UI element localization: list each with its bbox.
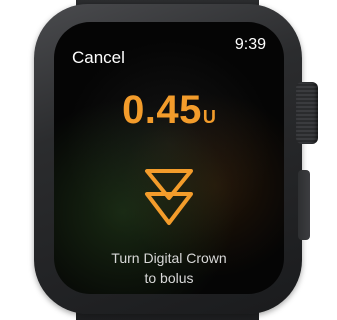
clock-time: 9:39 — [234, 36, 266, 53]
cancel-button[interactable]: Cancel — [72, 48, 125, 68]
watch-screen: Cancel 9:39 0.45U Turn Digital Crown to … — [54, 22, 284, 294]
instruction-text: Turn Digital Crown to bolus — [54, 248, 284, 288]
double-chevron-down-icon — [145, 169, 193, 225]
instruction-line-1: Turn Digital Crown — [111, 250, 227, 266]
digital-crown[interactable] — [296, 82, 318, 144]
bolus-amount-unit: U — [202, 107, 216, 127]
watch-stage: Cancel 9:39 0.45U Turn Digital Crown to … — [0, 0, 337, 320]
bolus-amount: 0.45U — [54, 88, 284, 133]
bolus-amount-value: 0.45 — [122, 88, 202, 132]
side-button[interactable] — [298, 170, 310, 240]
instruction-line-2: to bolus — [144, 270, 194, 286]
